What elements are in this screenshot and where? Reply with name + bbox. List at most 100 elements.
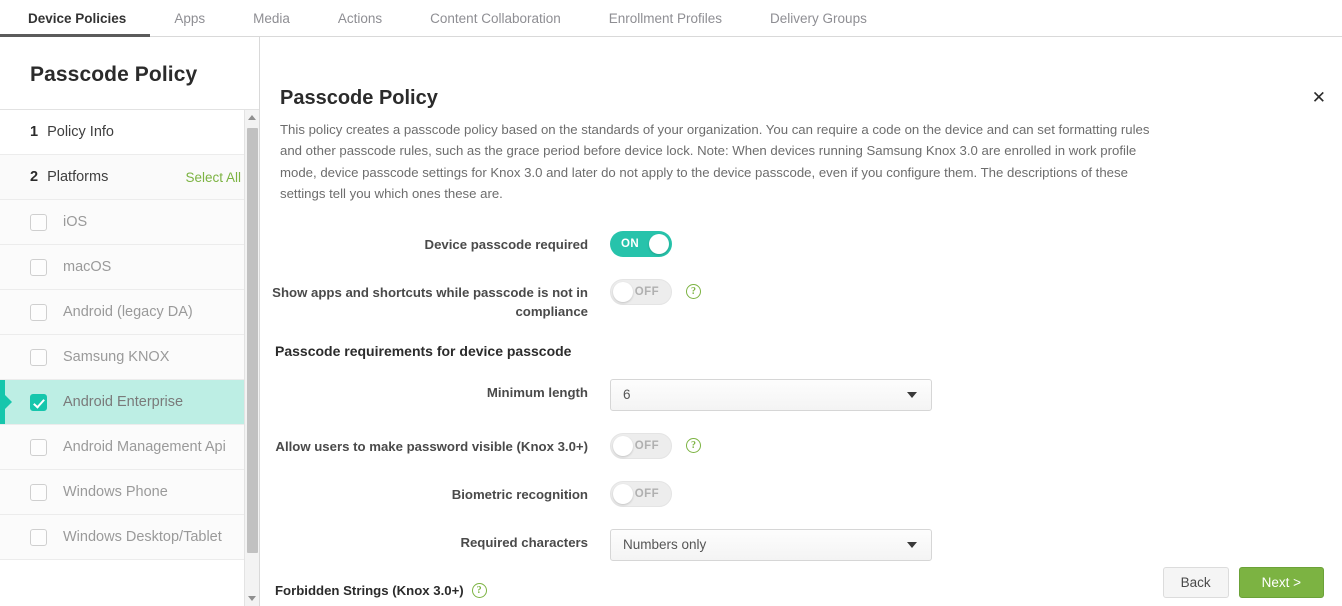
field-device-passcode-required: Device passcode required ON	[260, 231, 1342, 257]
toggle-knob	[613, 436, 633, 456]
platform-label: macOS	[63, 258, 111, 276]
toggle-state-label: OFF	[635, 280, 659, 304]
checkbox-icon[interactable]	[30, 484, 47, 501]
policy-form: Device passcode required ON Show apps an…	[260, 205, 1342, 606]
step-number: 2	[30, 169, 38, 185]
toggle-state-label: OFF	[635, 434, 659, 458]
field-label: Biometric recognition	[260, 481, 610, 504]
sidebar-platform-ios[interactable]: iOS	[0, 200, 259, 245]
page-title: Passcode Policy	[260, 37, 1342, 110]
tab-label: Delivery Groups	[770, 11, 867, 26]
page-description: This policy creates a passcode policy ba…	[260, 110, 1260, 205]
scroll-down-arrow-icon[interactable]	[245, 591, 259, 606]
platform-label: Android Management Api	[63, 438, 226, 456]
section-heading: Passcode requirements for device passcod…	[275, 343, 1342, 359]
tab-label: Media	[253, 11, 290, 26]
field-label: Show apps and shortcuts while passcode i…	[260, 279, 610, 321]
field-label: Required characters	[260, 529, 610, 552]
policy-content-panel: ✕ Passcode Policy This policy creates a …	[260, 37, 1342, 606]
next-button[interactable]: Next >	[1239, 567, 1324, 598]
tab-media[interactable]: Media	[229, 0, 314, 36]
step-label: Policy Info	[47, 124, 114, 140]
select-minimum-length[interactable]: 6	[610, 379, 932, 411]
toggle-state-label: ON	[621, 231, 639, 257]
select-value: Numbers only	[623, 537, 706, 552]
sidebar-platform-android-legacy-da[interactable]: Android (legacy DA)	[0, 290, 259, 335]
page-shell: Passcode Policy 1 Policy Info 2 Platform…	[0, 37, 1342, 606]
checkbox-checked-icon[interactable]	[30, 394, 47, 411]
sidebar-platform-android-management-api[interactable]: Android Management Api	[0, 425, 259, 470]
tab-label: Enrollment Profiles	[609, 11, 722, 26]
sidebar-step-platforms[interactable]: 2 Platforms Select All	[0, 155, 259, 200]
platform-label: Windows Desktop/Tablet	[63, 528, 222, 546]
checkbox-icon[interactable]	[30, 439, 47, 456]
field-biometric-recognition: Biometric recognition OFF	[260, 481, 1342, 507]
select-required-characters[interactable]: Numbers only	[610, 529, 932, 561]
wizard-sidebar: Passcode Policy 1 Policy Info 2 Platform…	[0, 37, 260, 606]
field-control: ON	[610, 231, 672, 257]
toggle-state-label: OFF	[635, 482, 659, 506]
help-icon[interactable]: ?	[686, 284, 701, 299]
checkbox-icon[interactable]	[30, 259, 47, 276]
field-label: Allow users to make password visible (Kn…	[260, 433, 610, 456]
platform-label: Samsung KNOX	[63, 348, 169, 366]
field-label: Device passcode required	[260, 231, 610, 254]
toggle-device-passcode-required[interactable]: ON	[610, 231, 672, 257]
field-control: OFF ?	[610, 279, 701, 305]
scrollbar-thumb[interactable]	[247, 128, 258, 553]
tab-enrollment-profiles[interactable]: Enrollment Profiles	[585, 0, 746, 36]
scroll-up-arrow-icon[interactable]	[245, 110, 259, 125]
main-tab-bar: Device Policies Apps Media Actions Conte…	[0, 0, 1342, 37]
checkbox-icon[interactable]	[30, 529, 47, 546]
platform-label: iOS	[63, 213, 87, 231]
field-label: Minimum length	[260, 379, 610, 402]
platform-label: Android (legacy DA)	[63, 303, 193, 321]
toggle-knob	[613, 484, 633, 504]
field-control: Numbers only	[610, 529, 932, 561]
step-label: Platforms	[47, 169, 108, 185]
toggle-knob	[613, 282, 633, 302]
tab-content-collaboration[interactable]: Content Collaboration	[406, 0, 585, 36]
chevron-down-icon	[907, 392, 917, 398]
checkbox-icon[interactable]	[30, 349, 47, 366]
sidebar-step-policy-info[interactable]: 1 Policy Info	[0, 110, 259, 155]
select-value: 6	[623, 387, 631, 402]
back-button[interactable]: Back	[1163, 567, 1229, 598]
field-control: 6	[610, 379, 932, 411]
platform-label: Android Enterprise	[63, 393, 183, 411]
checkbox-icon[interactable]	[30, 304, 47, 321]
help-icon[interactable]: ?	[686, 438, 701, 453]
chevron-down-icon	[907, 542, 917, 548]
sidebar-platform-windows-phone[interactable]: Windows Phone	[0, 470, 259, 515]
wizard-footer: Back Next >	[1163, 567, 1324, 598]
help-icon[interactable]: ?	[472, 583, 487, 598]
tab-label: Actions	[338, 11, 382, 26]
toggle-biometric-recognition[interactable]: OFF	[610, 481, 672, 507]
tab-device-policies[interactable]: Device Policies	[0, 0, 150, 36]
toggle-show-apps-shortcuts[interactable]: OFF	[610, 279, 672, 305]
toggle-allow-password-visible[interactable]: OFF	[610, 433, 672, 459]
tab-delivery-groups[interactable]: Delivery Groups	[746, 0, 891, 36]
field-required-characters: Required characters Numbers only	[260, 529, 1342, 561]
sidebar-platform-samsung-knox[interactable]: Samsung KNOX	[0, 335, 259, 380]
toggle-knob	[649, 234, 669, 254]
platform-label: Windows Phone	[63, 483, 168, 501]
field-control: OFF ?	[610, 433, 701, 459]
checkbox-icon[interactable]	[30, 214, 47, 231]
sidebar-title: Passcode Policy	[0, 37, 259, 110]
tab-label: Apps	[174, 11, 205, 26]
field-minimum-length: Minimum length 6	[260, 379, 1342, 411]
tab-actions[interactable]: Actions	[314, 0, 406, 36]
sidebar-platform-windows-desktop-tablet[interactable]: Windows Desktop/Tablet	[0, 515, 259, 560]
field-control: OFF	[610, 481, 672, 507]
tab-label: Content Collaboration	[430, 11, 561, 26]
sidebar-platform-macos[interactable]: macOS	[0, 245, 259, 290]
tab-apps[interactable]: Apps	[150, 0, 229, 36]
close-icon[interactable]: ✕	[1312, 90, 1326, 107]
step-number: 1	[30, 124, 38, 140]
sidebar-scrollbar[interactable]	[244, 110, 259, 606]
select-all-link[interactable]: Select All	[185, 170, 241, 185]
field-allow-password-visible: Allow users to make password visible (Kn…	[260, 433, 1342, 459]
sidebar-platform-android-enterprise[interactable]: Android Enterprise	[0, 380, 259, 425]
tab-label: Device Policies	[28, 11, 126, 26]
